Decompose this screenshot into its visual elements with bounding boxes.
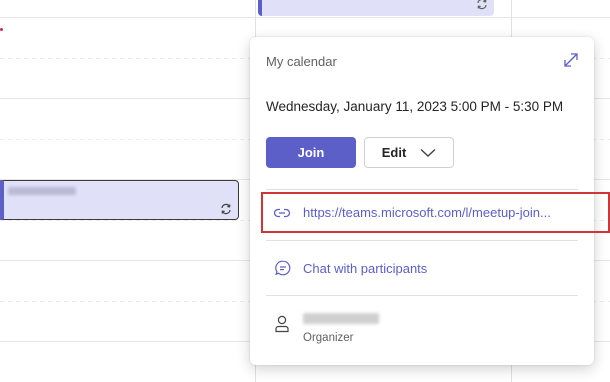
recurring-icon <box>477 0 487 10</box>
chat-with-participants-button[interactable]: Chat with participants <box>274 259 427 277</box>
event-details-popup: My calendar Wednesday, January 11, 2023 … <box>250 37 610 365</box>
recurring-icon <box>221 203 231 215</box>
expand-icon[interactable] <box>562 51 580 69</box>
meeting-link-row[interactable]: https://teams.microsoft.com/l/meetup-joi… <box>261 192 610 233</box>
edit-button-label: Edit <box>381 145 407 160</box>
organizer-role: Organizer <box>303 332 354 344</box>
calendar-name: My calendar <box>266 54 337 69</box>
link-icon <box>273 208 291 217</box>
chevron-down-icon <box>420 148 436 157</box>
event-title-redacted <box>8 187 76 195</box>
edit-button[interactable]: Edit <box>364 137 454 168</box>
chat-icon <box>275 260 291 276</box>
event-datetime: Wednesday, January 11, 2023 5:00 PM - 5:… <box>266 99 564 114</box>
calendar-event[interactable] <box>258 0 494 16</box>
calendar-event-selected[interactable] <box>0 180 239 220</box>
calendar-view: My calendar Wednesday, January 11, 2023 … <box>0 0 610 382</box>
chat-label: Chat with participants <box>303 260 428 276</box>
grid-line <box>0 17 610 18</box>
join-button[interactable]: Join <box>266 137 356 168</box>
divider <box>266 189 578 190</box>
meeting-link[interactable]: https://teams.microsoft.com/l/meetup-joi… <box>303 205 551 220</box>
current-time-marker <box>0 28 3 31</box>
divider <box>266 295 578 296</box>
organizer-name-redacted <box>303 313 379 324</box>
divider <box>266 240 578 241</box>
person-icon <box>275 315 289 333</box>
